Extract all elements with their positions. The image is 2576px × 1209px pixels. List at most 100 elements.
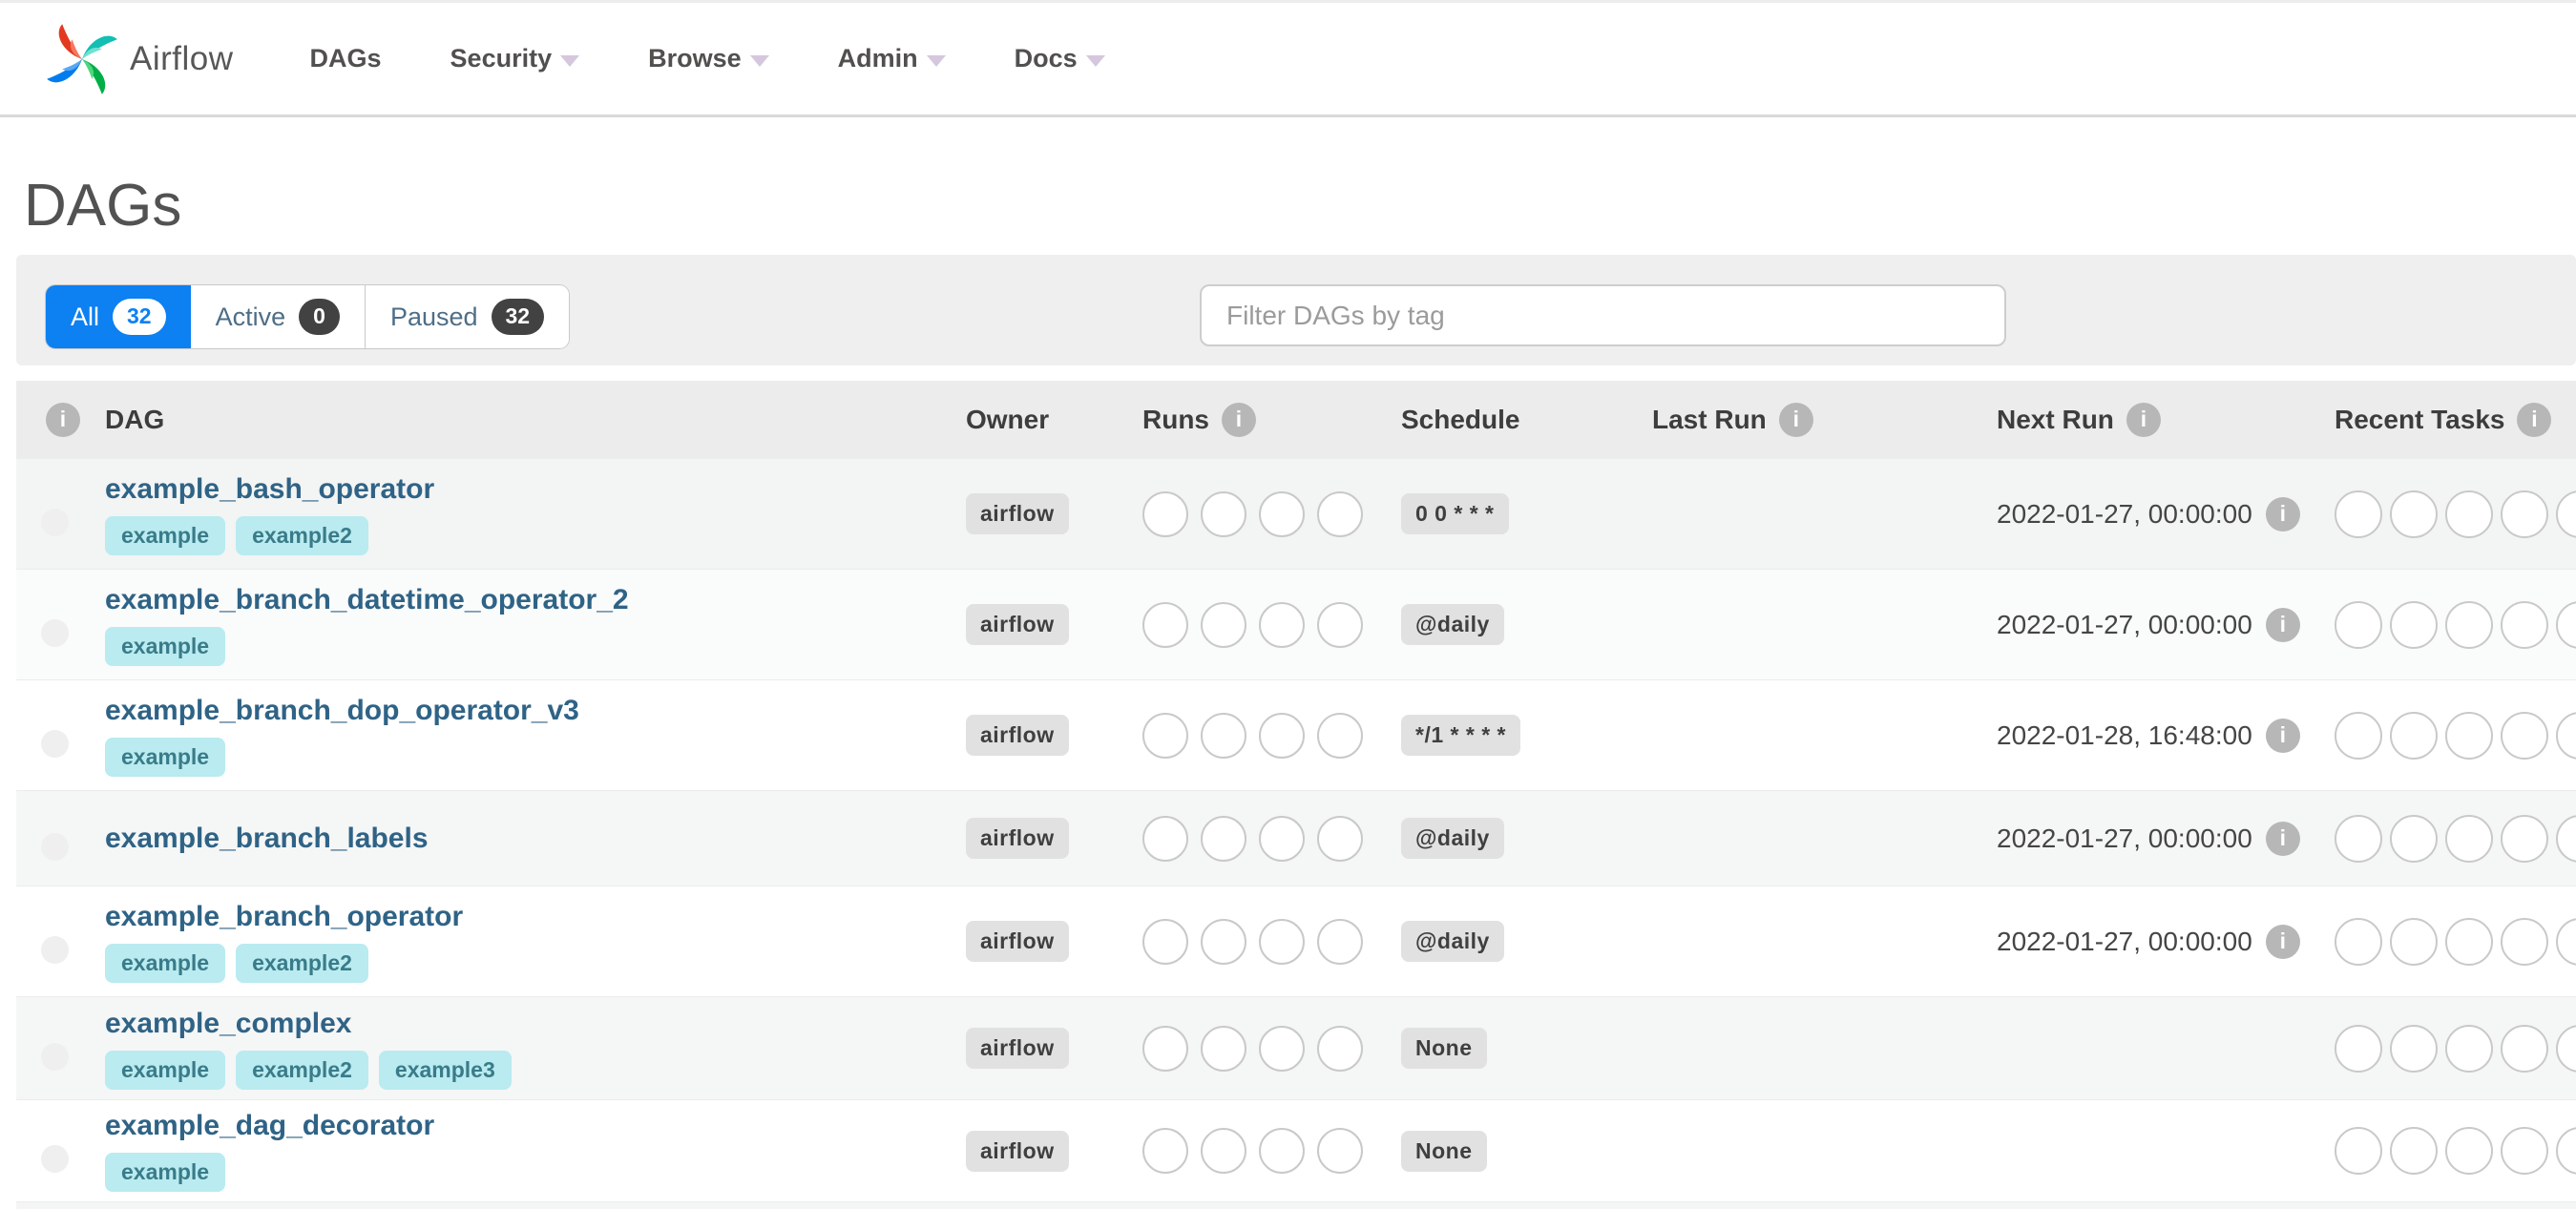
task-status-circle[interactable] [1142,918,1188,965]
dag-name-link[interactable]: example_complex [105,1008,351,1040]
task-status-circle[interactable] [1317,1025,1363,1072]
dag-name-link[interactable]: example_branch_operator [105,901,463,933]
tag-badge[interactable]: example [105,1050,226,1090]
task-status-circle[interactable] [1259,815,1305,862]
task-status-circle[interactable] [1259,712,1305,759]
dag-name-link[interactable]: example_branch_dop_operator_v3 [105,695,579,727]
filter-dags-by-tag-input[interactable] [1200,284,2006,347]
task-status-circle[interactable] [2501,600,2548,649]
task-status-circle[interactable] [2445,711,2493,760]
task-status-circle[interactable] [1142,712,1188,759]
task-status-circle[interactable] [1201,490,1246,537]
task-status-circle[interactable] [2556,490,2576,538]
task-status-circle[interactable] [1142,815,1188,862]
tab-paused[interactable]: Paused 32 [365,285,570,349]
task-status-circle[interactable] [2390,917,2438,966]
task-status-circle[interactable] [1201,712,1246,759]
tag-badge[interactable]: example2 [236,943,368,983]
task-status-circle[interactable] [1317,918,1363,965]
task-status-circle[interactable] [2335,1024,2382,1073]
schedule-badge[interactable]: 0 0 * * * [1401,493,1509,535]
task-status-circle[interactable] [2390,1127,2438,1176]
task-status-circle[interactable] [1317,1128,1363,1175]
task-status-circle[interactable] [1201,918,1246,965]
tag-badge[interactable]: example [105,626,226,666]
task-status-circle[interactable] [2335,490,2382,538]
task-status-circle[interactable] [2501,917,2548,966]
tag-badge[interactable]: example [105,737,226,777]
info-icon[interactable]: i [2265,607,2300,642]
task-status-circle[interactable] [2556,600,2576,649]
schedule-badge[interactable]: None [1401,1130,1487,1172]
nav-item-docs[interactable]: Docs [1015,44,1105,73]
task-status-circle[interactable] [1142,490,1188,537]
column-header-dag[interactable]: DAG [105,405,966,435]
dag-name-link[interactable]: example_dag_decorator [105,1110,434,1142]
task-status-circle[interactable] [1317,490,1363,537]
schedule-badge[interactable]: @daily [1401,921,1504,963]
schedule-badge[interactable]: None [1401,1028,1487,1070]
task-status-circle[interactable] [2501,814,2548,863]
nav-item-security[interactable]: Security [450,44,580,73]
task-status-circle[interactable] [2556,814,2576,863]
schedule-badge[interactable]: */1 * * * * [1401,715,1520,757]
tag-badge[interactable]: example [105,515,226,555]
nav-item-dags[interactable]: DAGs [310,44,382,73]
task-status-circle[interactable] [2445,1024,2493,1073]
task-status-circle[interactable] [2501,490,2548,538]
task-status-circle[interactable] [2335,917,2382,966]
tag-badge[interactable]: example [105,943,226,983]
task-status-circle[interactable] [1259,1128,1305,1175]
info-icon[interactable]: i [2265,924,2300,959]
info-icon[interactable]: i [2265,821,2300,856]
column-header-runs[interactable]: Runs i [1142,402,1401,437]
tag-badge[interactable]: example2 [236,1050,368,1090]
task-status-circle[interactable] [1201,815,1246,862]
task-status-circle[interactable] [1201,1128,1246,1175]
task-status-circle[interactable] [1317,601,1363,648]
dag-name-link[interactable]: example_bash_operator [105,473,434,506]
tag-badge[interactable]: example2 [236,515,368,555]
task-status-circle[interactable] [2556,1024,2576,1073]
schedule-badge[interactable]: @daily [1401,818,1504,860]
task-status-circle[interactable] [1142,601,1188,648]
task-status-circle[interactable] [2390,490,2438,538]
task-status-circle[interactable] [2556,711,2576,760]
task-status-circle[interactable] [2501,1127,2548,1176]
tab-active[interactable]: Active 0 [190,285,366,349]
task-status-circle[interactable] [2390,814,2438,863]
task-status-circle[interactable] [2335,600,2382,649]
task-status-circle[interactable] [1259,490,1305,537]
column-header-schedule[interactable]: Schedule [1401,405,1652,435]
tab-all[interactable]: All 32 [46,285,191,349]
task-status-circle[interactable] [1142,1025,1188,1072]
task-status-circle[interactable] [1259,918,1305,965]
task-status-circle[interactable] [2445,814,2493,863]
task-status-circle[interactable] [2501,1024,2548,1073]
task-status-circle[interactable] [2445,917,2493,966]
task-status-circle[interactable] [2501,711,2548,760]
task-status-circle[interactable] [1142,1128,1188,1175]
task-status-circle[interactable] [1317,815,1363,862]
task-status-circle[interactable] [1259,1025,1305,1072]
dag-name-link[interactable]: example_branch_datetime_operator_2 [105,584,629,616]
column-header-recent-tasks[interactable]: Recent Tasks i [2335,402,2576,437]
nav-item-admin[interactable]: Admin [838,44,946,73]
task-status-circle[interactable] [2390,711,2438,760]
task-status-circle[interactable] [2445,600,2493,649]
task-status-circle[interactable] [1259,601,1305,648]
task-status-circle[interactable] [2556,917,2576,966]
task-status-circle[interactable] [2556,1127,2576,1176]
info-icon[interactable]: i [2265,496,2300,532]
tag-badge[interactable]: example3 [378,1050,512,1090]
task-status-circle[interactable] [2335,711,2382,760]
column-header-last-run[interactable]: Last Run i [1652,402,1997,437]
schedule-badge[interactable]: @daily [1401,604,1504,646]
info-icon[interactable]: i [2265,718,2300,753]
task-status-circle[interactable] [2390,600,2438,649]
nav-item-browse[interactable]: Browse [648,44,769,73]
task-status-circle[interactable] [2445,490,2493,538]
task-status-circle[interactable] [1317,712,1363,759]
column-header-owner[interactable]: Owner [966,405,1142,435]
task-status-circle[interactable] [1201,601,1246,648]
